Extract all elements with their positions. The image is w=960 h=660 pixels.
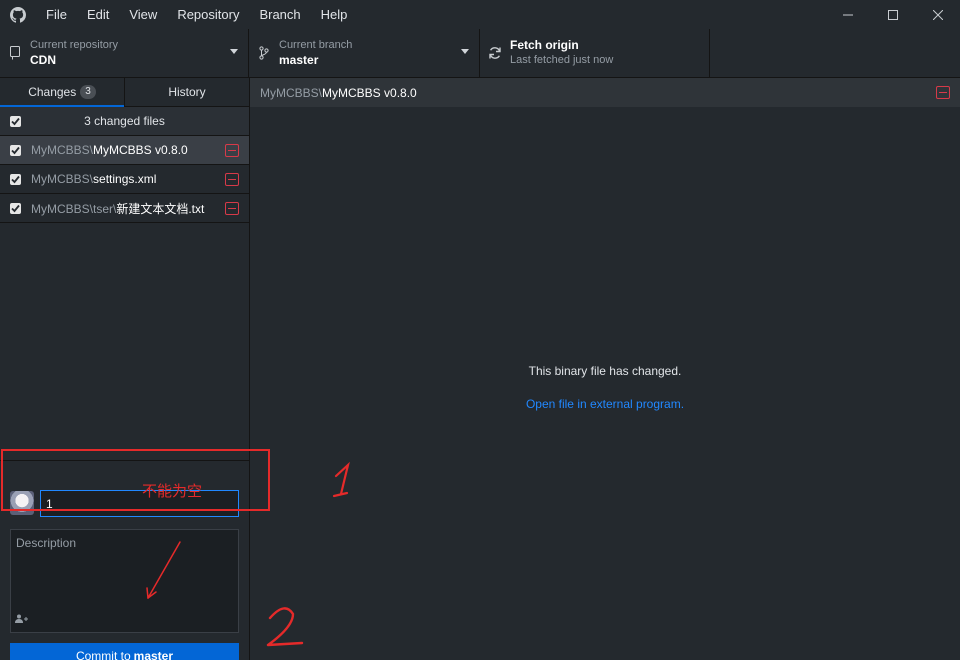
commit-button-prefix: Commit to: [75, 648, 131, 660]
branch-selector[interactable]: Current branch master: [249, 29, 480, 77]
file-name: MyMCBBS v0.8.0: [93, 143, 188, 157]
tab-changes-label: Changes: [28, 85, 77, 99]
changes-count-badge: 3: [80, 85, 96, 99]
tab-changes[interactable]: Changes 3: [0, 78, 124, 107]
file-row[interactable]: MyMCBBS\MyMCBBS v0.8.0: [0, 136, 249, 165]
repo-name: CDN: [30, 53, 56, 67]
fetch-status: Last fetched just now: [510, 54, 614, 66]
file-removed-icon: [225, 202, 239, 215]
diff-file-name: MyMCBBS v0.8.0: [322, 85, 417, 100]
menu-edit[interactable]: Edit: [77, 0, 119, 29]
description-placeholder: Description: [16, 536, 77, 550]
maximize-icon[interactable]: [870, 0, 915, 29]
add-coauthor-icon[interactable]: [15, 614, 29, 626]
close-icon[interactable]: [915, 0, 960, 29]
menu-branch[interactable]: Branch: [249, 0, 310, 29]
chevron-down-icon: [230, 49, 238, 54]
changed-files-count: 3 changed files: [84, 114, 165, 128]
file-name: settings.xml: [93, 172, 157, 186]
fetch-origin-button[interactable]: Fetch origin Last fetched just now: [480, 29, 710, 77]
file-name: 新建文本文档.txt: [116, 201, 205, 216]
repo-icon: [0, 46, 30, 60]
branch-label: Current branch: [279, 39, 353, 51]
tab-history[interactable]: History: [124, 78, 249, 106]
file-checkbox[interactable]: [10, 144, 21, 156]
diff-removed-icon: [936, 86, 950, 99]
github-logo-icon: [0, 0, 36, 29]
chevron-down-icon: [461, 49, 469, 54]
file-checkbox[interactable]: [10, 173, 21, 185]
repo-label: Current repository: [30, 39, 119, 51]
changed-files-header: 3 changed files: [0, 107, 249, 136]
repository-selector[interactable]: Current repository CDN: [0, 29, 249, 77]
annotation-note: 不能为空: [142, 482, 203, 500]
branch-name: master: [279, 53, 319, 67]
annotation-box: [1, 449, 270, 511]
file-path: MyMCBBS\tser\新建文本文档.txt: [31, 200, 204, 217]
menu-file[interactable]: File: [36, 0, 77, 29]
file-row[interactable]: MyMCBBS\settings.xml: [0, 165, 249, 194]
sidebar-tabs: Changes 3 History: [0, 78, 249, 107]
file-dir: MyMCBBS\: [31, 143, 94, 157]
file-row[interactable]: MyMCBBS\tser\新建文本文档.txt: [0, 194, 249, 223]
file-dir: MyMCBBS\: [31, 172, 94, 186]
minimize-icon[interactable]: [825, 0, 870, 29]
diff-file-dir: MyMCBBS\: [260, 85, 323, 100]
menu-view[interactable]: View: [119, 0, 167, 29]
fetch-label: Fetch origin: [510, 38, 579, 52]
file-checkbox[interactable]: [10, 202, 21, 214]
branch-icon: [249, 46, 279, 60]
commit-button[interactable]: Commit to master: [10, 643, 239, 660]
open-external-link[interactable]: Open file in external program.: [250, 397, 960, 411]
title-bar: File Edit View Repository Branch Help: [0, 0, 960, 29]
menu-repository[interactable]: Repository: [167, 0, 249, 29]
sidebar: Changes 3 History 3 changed files MyMCBB…: [0, 78, 250, 660]
diff-header: MyMCBBS\MyMCBBS v0.8.0: [250, 78, 960, 107]
toolbar: Current repository CDN Current branch ma…: [0, 29, 960, 78]
commit-button-branch: master: [133, 648, 174, 660]
file-dir: MyMCBBS\tser\: [31, 201, 117, 216]
file-removed-icon: [225, 173, 239, 186]
commit-description-field[interactable]: Description: [10, 529, 239, 633]
tab-history-label: History: [168, 85, 206, 99]
diff-file-path: MyMCBBS\MyMCBBS v0.8.0: [260, 86, 417, 100]
file-path: MyMCBBS\settings.xml: [31, 172, 156, 186]
sync-icon: [480, 46, 510, 60]
diff-panel: MyMCBBS\MyMCBBS v0.8.0 This binary file …: [250, 78, 960, 660]
menu-help[interactable]: Help: [311, 0, 358, 29]
file-path: MyMCBBS\MyMCBBS v0.8.0: [31, 143, 188, 157]
file-removed-icon: [225, 144, 239, 157]
binary-changed-message: This binary file has changed.: [528, 364, 682, 378]
